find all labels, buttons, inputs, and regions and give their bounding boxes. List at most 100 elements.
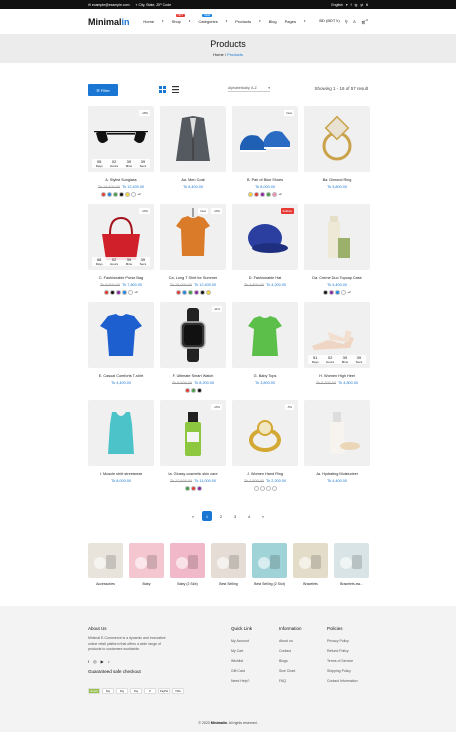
product-name[interactable]: Da. Creme Duo Topcap Case <box>304 276 370 280</box>
product-card[interactable]: Ba. Dimond Ring Tk 3,800.00 <box>304 106 370 189</box>
facebook-icon[interactable]: f <box>88 659 89 664</box>
product-card[interactable]: -16% 68 Days 02 Hours 39 Mins 39 Secs C. Fashiona… <box>88 204 154 295</box>
product-card[interactable]: -11% F. Ultimate Smart Watch Tk 8,500.00 Tk… <box>160 302 226 393</box>
product-image[interactable] <box>304 106 370 172</box>
color-swatch[interactable] <box>119 192 125 197</box>
footer-link[interactable]: Wishlist <box>231 656 252 666</box>
footer-link[interactable]: Terms of Service <box>327 656 358 666</box>
product-name[interactable]: I. Muscle shirt streetwear <box>88 472 154 476</box>
nav-item-categories[interactable]: Categories NEW <box>198 14 218 24</box>
nav-item-shop[interactable]: Shop HOT <box>172 14 185 24</box>
product-name[interactable]: Aa. Men Coat <box>160 178 226 182</box>
product-name[interactable]: A. Stylist Sunglass <box>88 178 154 182</box>
category-tile[interactable]: Baby (2 Slot) <box>170 543 205 586</box>
category-tile[interactable]: Bracelets <box>293 543 328 586</box>
product-card[interactable]: I. Muscle shirt streetwear Tk 8,000.00 <box>88 400 154 483</box>
product-image[interactable] <box>88 302 154 368</box>
product-card[interactable]: E. Casual Comforts T-shirt Tk 4,400.00 <box>88 302 154 385</box>
product-image[interactable]: -16% New <box>160 204 226 270</box>
product-card[interactable]: Soldout D. Fashionable Hat Tk 4,800.00 Tk 4… <box>232 204 298 287</box>
product-image[interactable] <box>232 302 298 368</box>
color-swatch[interactable] <box>175 290 181 295</box>
more-colors[interactable]: +2 <box>134 290 137 295</box>
product-name[interactable]: E. Casual Comforts T-shirt <box>88 374 154 378</box>
color-swatch[interactable] <box>341 290 347 295</box>
color-swatch[interactable] <box>131 192 137 197</box>
color-swatch[interactable] <box>272 192 278 197</box>
instagram-icon[interactable]: ◎ <box>93 659 97 664</box>
product-name[interactable]: C. Fashionable Purse Bag <box>88 276 154 280</box>
color-swatch[interactable] <box>196 486 202 491</box>
footer-link[interactable]: My Cart <box>231 646 252 656</box>
product-image[interactable] <box>88 400 154 466</box>
footer-link[interactable]: Need Help? <box>231 676 252 686</box>
currency-select[interactable]: BD (BDT ৳) <box>319 18 339 25</box>
footer-link[interactable]: Contact <box>279 646 302 656</box>
sort-select[interactable]: Alphabetically, A-Z ▾ <box>228 86 270 92</box>
product-name[interactable]: Ia. Glossy cosmetic skin care <box>160 472 226 476</box>
product-image[interactable]: 51 Days 02 Hours 39 Mins 39 Secs <box>304 302 370 368</box>
color-swatch[interactable] <box>335 290 341 295</box>
color-swatch[interactable] <box>266 192 272 197</box>
grid-view-icon[interactable] <box>159 86 166 93</box>
product-image[interactable] <box>304 204 370 270</box>
nav-item-pages[interactable]: Pages <box>285 19 296 24</box>
more-colors[interactable]: +2 <box>278 192 281 197</box>
footer-link[interactable]: Contact Information <box>327 676 358 686</box>
language-select[interactable]: English <box>331 3 342 7</box>
color-swatch[interactable] <box>259 486 265 491</box>
nav-item-home[interactable]: Home <box>143 19 154 24</box>
page-2-button[interactable]: 2 <box>216 511 226 521</box>
filter-button[interactable]: ☰ Filter <box>88 84 118 96</box>
category-image[interactable] <box>129 543 164 578</box>
color-swatch[interactable] <box>329 290 335 295</box>
product-image[interactable] <box>304 400 370 466</box>
color-swatch[interactable] <box>190 388 196 393</box>
product-card[interactable]: -18% 05 Days 02 Hours 39 Mins 39 Secs A. Stylist … <box>88 106 154 197</box>
product-image[interactable] <box>160 106 226 172</box>
product-image[interactable]: -18% 05 Days 02 Hours 39 Mins 39 Secs <box>88 106 154 172</box>
product-name[interactable]: B. Pair of Blue Shoes <box>232 178 298 182</box>
color-swatch[interactable] <box>193 290 199 295</box>
color-swatch[interactable] <box>254 192 260 197</box>
footer-link[interactable]: Privacy Policy <box>327 636 358 646</box>
logo[interactable]: Minimalin <box>88 17 130 27</box>
color-swatch[interactable] <box>199 290 205 295</box>
color-swatch[interactable] <box>110 290 116 295</box>
category-image[interactable] <box>293 543 328 578</box>
page-4-button[interactable]: 4 <box>244 511 254 521</box>
product-name[interactable]: Ja. Hydrating Moisturizer <box>304 472 370 476</box>
nav-item-blog[interactable]: Blog <box>269 19 277 24</box>
category-tile[interactable]: Baby <box>129 543 164 586</box>
instagram-icon[interactable]: ig <box>355 3 358 7</box>
footer-link[interactable]: Refund Policy <box>327 646 358 656</box>
color-swatch[interactable] <box>205 290 211 295</box>
breadcrumb-home[interactable]: Home <box>213 52 224 57</box>
product-image[interactable]: -5% <box>232 400 298 466</box>
product-image[interactable]: New <box>232 106 298 172</box>
product-card[interactable]: -5% J. Women Hand Ring Tk 2,500.00 Tk 2,200… <box>232 400 298 491</box>
footer-link[interactable]: My Account <box>231 636 252 646</box>
color-swatch[interactable] <box>196 388 202 393</box>
color-swatch[interactable] <box>125 192 131 197</box>
category-tile[interactable]: Bracelets aw... <box>334 543 369 586</box>
category-tile[interactable]: Best Selling (2 Slot) <box>252 543 287 586</box>
color-swatch[interactable] <box>260 192 266 197</box>
product-card[interactable]: G. Baby Tops Tk 3,800.00 <box>232 302 298 385</box>
category-tile[interactable]: Best Selling <box>211 543 246 586</box>
color-swatch[interactable] <box>271 486 277 491</box>
color-swatch[interactable] <box>184 388 190 393</box>
color-swatch[interactable] <box>253 486 259 491</box>
top-email[interactable]: example@example.com <box>92 3 130 7</box>
more-colors[interactable]: +2 <box>347 290 350 295</box>
product-card[interactable]: Aa. Men Coat Tk 6,400.00 <box>160 106 226 189</box>
color-swatch[interactable] <box>113 192 119 197</box>
product-image[interactable]: -16% 68 Days 02 Hours 39 Mins 39 Secs <box>88 204 154 270</box>
color-swatch[interactable] <box>116 290 122 295</box>
color-swatch[interactable] <box>323 290 329 295</box>
list-view-icon[interactable] <box>172 86 179 93</box>
search-icon[interactable]: ⚲ <box>345 19 348 24</box>
product-card[interactable]: Da. Creme Duo Topcap Case Tk 4,400.00 +2 <box>304 204 370 295</box>
color-swatch[interactable] <box>122 290 128 295</box>
prev-page-button[interactable]: « <box>188 511 198 521</box>
